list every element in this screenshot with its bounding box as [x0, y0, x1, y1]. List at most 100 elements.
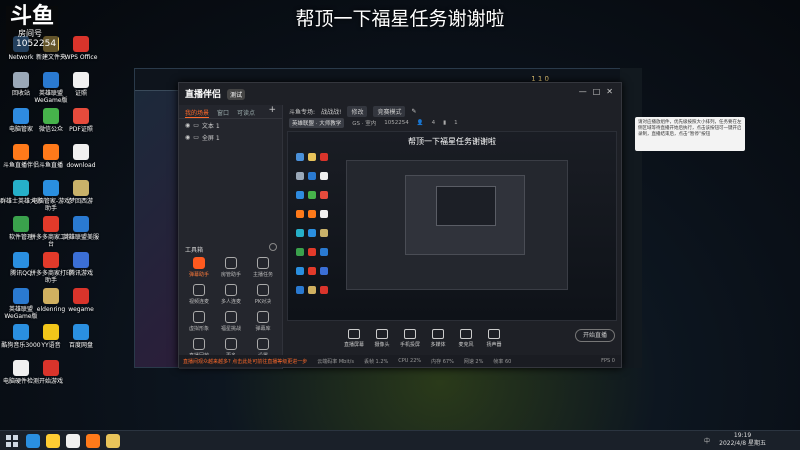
control-icon: [460, 329, 472, 339]
app-icon: [73, 324, 89, 340]
preview-app-icon: [308, 153, 316, 161]
tool-button[interactable]: PK对决: [247, 284, 279, 305]
app-icon: [43, 252, 59, 268]
desktop-icon[interactable]: 英雄联盟美服: [60, 216, 102, 241]
app-icon: [73, 288, 89, 304]
control-icon: [348, 329, 360, 339]
desktop-icon[interactable]: PDF证照: [60, 108, 102, 133]
desktop-icon-label: 开始游戏: [38, 378, 63, 385]
desktop-icon[interactable]: 梦回西游: [60, 180, 102, 205]
desktop-icon[interactable]: 证照: [60, 72, 102, 97]
app-icon: [43, 360, 59, 376]
gear-icon[interactable]: [269, 243, 277, 251]
desktop-icon[interactable]: WPS Office: [60, 36, 102, 61]
desktop-icon[interactable]: 腾讯游戏: [60, 252, 102, 277]
windows-start-icon[interactable]: [6, 435, 18, 447]
preview-title: 帮顶一下福星任务谢谢啦: [408, 137, 496, 146]
clock[interactable]: 19:19 2022/4/8 星期五: [719, 432, 766, 448]
tab-readable[interactable]: 可读点: [237, 105, 255, 118]
source-controls: 直播屏幕 摄像头 手机投屏 多媒体 麦克风 扬声器: [283, 327, 623, 351]
desktop-icon[interactable]: download: [60, 144, 102, 169]
app-icon: [43, 108, 59, 124]
status-item: 云端码率 Mbit/s: [317, 358, 354, 365]
preview-app-icon: [320, 191, 328, 199]
go-live-button[interactable]: 开始直播: [575, 329, 615, 342]
tool-grid: 弹幕助手房管助手主播任务视频连麦多人连麦PK对决虚拟形象福星挑战弹幕库直播回放更…: [183, 257, 279, 359]
app-logo: 直播伴侣 测试: [185, 87, 246, 100]
source-item-fullscreen[interactable]: ◉ ▭ 全屏 1: [179, 131, 282, 143]
control-icon: [488, 329, 500, 339]
source-item-text[interactable]: ◉ ▭ 文本 1: [179, 119, 282, 131]
info-bar: 英雄联盟 · 大师教学 GS · 室内 1052254 👤 4 ▮ 1: [283, 117, 623, 129]
tool-label: 房管助手: [220, 272, 241, 278]
desktop-icon-label: 百度网盘: [68, 342, 93, 349]
control-button[interactable]: 多媒体: [423, 329, 453, 348]
tool-icon: [225, 338, 237, 350]
desktop-icon-label: PDF证照: [69, 126, 93, 133]
eye-icon[interactable]: ◉: [185, 134, 190, 141]
eye-icon[interactable]: ◉: [185, 122, 190, 129]
app-icon: [13, 216, 29, 232]
app-icon: [43, 144, 59, 160]
close-button[interactable]: ✕: [606, 87, 613, 96]
tab-window[interactable]: 窗口: [217, 105, 229, 118]
tool-icon: [257, 284, 269, 296]
desktop-icon[interactable]: wegame: [60, 288, 102, 313]
tool-label: 虚拟形象: [188, 326, 209, 332]
app-icon: [13, 180, 29, 196]
control-button[interactable]: 直播屏幕: [339, 329, 369, 348]
window-controls: — □ ✕: [579, 87, 613, 96]
tool-button[interactable]: 视频连麦: [183, 284, 215, 305]
desktop-icon-area: Network 新建文件夹 WPS Office 回收站 英雄联盟WeGame版 证照 电脑…: [0, 0, 134, 430]
room-category[interactable]: 英雄联盟 · 大师教学: [289, 118, 345, 128]
taskbar-app-icon[interactable]: [26, 434, 40, 448]
scene-edit-button[interactable]: 修改: [347, 105, 368, 117]
preview-app-icon: [296, 172, 304, 180]
tool-button[interactable]: 房管助手: [215, 257, 247, 278]
tool-button[interactable]: 福星挑战: [215, 311, 247, 332]
system-tray[interactable]: 中: [704, 436, 710, 445]
tool-label: 主播任务: [252, 272, 273, 278]
desktop-icon-label: 梦回西游: [68, 198, 93, 205]
taskbar-app-icon[interactable]: [46, 434, 60, 448]
tool-button[interactable]: 主播任务: [247, 257, 279, 278]
add-source-button[interactable]: +: [268, 105, 282, 118]
control-button[interactable]: 扬声器: [479, 329, 509, 348]
toolbox-header: 工具箱: [185, 243, 277, 254]
preview-app-icon: [308, 191, 316, 199]
tab-my-scenes[interactable]: 我的场景: [185, 105, 210, 118]
preview-app-icon: [320, 153, 328, 161]
taskbar-app-icon[interactable]: [106, 434, 120, 448]
control-button[interactable]: 手机投屏: [395, 329, 425, 348]
app-icon: [43, 288, 59, 304]
stream-preview[interactable]: 帮顶一下福星任务谢谢啦: [287, 131, 617, 321]
tool-button[interactable]: 弹幕库: [247, 311, 279, 332]
taskbar-app-icon[interactable]: [86, 434, 100, 448]
control-button[interactable]: 麦克风: [451, 329, 481, 348]
preview-app-icon: [296, 286, 304, 294]
control-label: 摄像头: [374, 342, 390, 348]
preview-app-icon: [296, 248, 304, 256]
desktop-icon-label: WPS Office: [64, 54, 98, 61]
control-icon: [404, 329, 416, 339]
edit-icon[interactable]: ✎: [411, 108, 416, 115]
tool-button[interactable]: 虚拟形象: [183, 311, 215, 332]
control-label: 直播屏幕: [343, 342, 364, 348]
control-button[interactable]: 摄像头: [367, 329, 397, 348]
status-item: CPU 22%: [398, 358, 422, 364]
preview-app-icon: [296, 229, 304, 237]
mode-select[interactable]: 竞赛模式: [373, 105, 406, 117]
tool-button[interactable]: 多人连麦: [215, 284, 247, 305]
hot-count: 1: [454, 120, 458, 126]
desktop-icon[interactable]: 开始游戏: [30, 360, 72, 385]
taskbar-app-icon[interactable]: [66, 434, 80, 448]
tool-icon: [225, 311, 237, 323]
tool-button[interactable]: 弹幕助手: [183, 257, 215, 278]
status-warning[interactable]: 直播间观众越来越多? 点击此处可前往直播等级更进一步: [183, 358, 307, 365]
minimize-button[interactable]: —: [579, 87, 587, 96]
maximize-button[interactable]: □: [593, 87, 601, 96]
preview-app-icon: [296, 153, 304, 161]
tool-icon: [193, 284, 205, 296]
desktop-icon[interactable]: 百度网盘: [60, 324, 102, 349]
version-badge: 测试: [227, 89, 246, 100]
